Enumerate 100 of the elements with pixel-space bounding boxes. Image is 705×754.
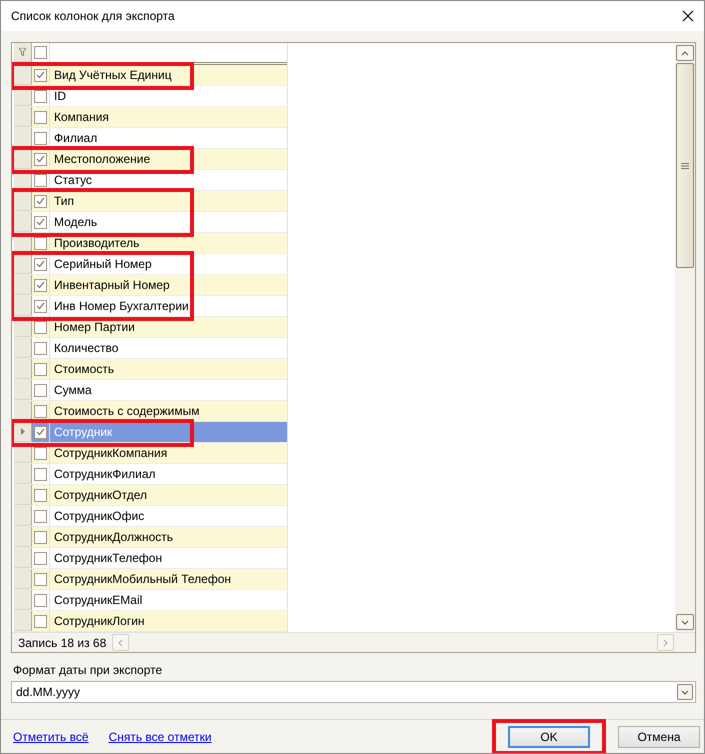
column-name: СотрудникОфис	[53, 508, 144, 525]
checkbox[interactable]	[34, 552, 47, 564]
list-row[interactable]: Тип	[14, 191, 287, 212]
checkbox[interactable]	[34, 174, 47, 186]
checkbox[interactable]	[34, 510, 47, 522]
list-row[interactable]: Стоимость с содержимым	[14, 401, 287, 422]
list-row[interactable]: СотрудникМобильный Телефон	[14, 569, 287, 590]
checkbox[interactable]	[34, 362, 47, 376]
list-row[interactable]: Стоимость	[14, 359, 287, 380]
checkbox[interactable]	[34, 320, 47, 334]
list-row[interactable]: Количество	[14, 338, 287, 359]
list-row[interactable]: Компания	[14, 107, 287, 128]
list-row[interactable]: СотрудникФилиал	[14, 464, 287, 485]
date-format-dropdown[interactable]: dd.MM.yyyy	[11, 681, 696, 703]
record-counter: Запись 18 из 68	[17, 636, 108, 650]
list-row[interactable]: СотрудникДолжность	[14, 527, 287, 548]
checkmark-icon	[36, 155, 45, 163]
column-name: Статус	[53, 172, 92, 189]
select-all-checkbox[interactable]	[34, 46, 47, 59]
list-row[interactable]: Инв Номер Бухгалтерии	[14, 296, 287, 317]
column-name: Модель	[53, 214, 98, 231]
checkmark-icon	[36, 281, 45, 289]
chevron-down-icon	[681, 690, 689, 694]
chevron-left-icon	[118, 638, 123, 646]
column-name: Номер Партии	[53, 319, 135, 336]
column-name: Местоположение	[53, 151, 150, 168]
list-row[interactable]: Вид Учётных Единиц	[14, 65, 287, 86]
column-name: СотрудникМобильный Телефон	[53, 571, 231, 588]
link[interactable]: Снять все отметки	[108, 730, 212, 744]
checkbox[interactable]	[34, 194, 47, 208]
dropdown-button[interactable]	[677, 684, 693, 700]
scroll-left-button[interactable]	[112, 634, 129, 651]
checkbox[interactable]	[34, 594, 47, 606]
checkbox[interactable]	[34, 404, 47, 418]
checkbox[interactable]	[34, 110, 47, 124]
filter-icon[interactable]	[19, 48, 26, 56]
column-name: Сумма	[53, 382, 92, 399]
checkbox[interactable]	[34, 216, 47, 228]
checkbox[interactable]	[34, 258, 47, 270]
column-name: СотрудникОтдел	[53, 487, 148, 504]
column-name: СотрудникЛогин	[53, 613, 145, 630]
checkbox[interactable]	[34, 614, 47, 628]
list-row[interactable]: Модель	[14, 212, 287, 233]
close-icon	[682, 10, 694, 22]
vertical-scrollbar[interactable]	[675, 43, 695, 632]
checkmark-icon	[36, 302, 45, 310]
checkbox[interactable]	[34, 384, 47, 396]
checkbox[interactable]	[34, 90, 47, 102]
row-pointer-icon	[20, 428, 24, 435]
checkmark-icon	[36, 71, 45, 79]
list-row[interactable]: Местоположение	[14, 149, 287, 170]
checkbox[interactable]	[34, 342, 47, 354]
column-name: Вид Учётных Единиц	[53, 67, 172, 84]
checkbox[interactable]	[34, 446, 47, 460]
scroll-up-button[interactable]	[676, 45, 694, 61]
field-label: Формат даты при экспорте	[13, 663, 164, 677]
list-row[interactable]: СотрудникТелефон	[14, 548, 287, 569]
list-row[interactable]: СотрудникОтдел	[14, 485, 287, 506]
link[interactable]: Отметить всё	[13, 730, 89, 744]
list-row[interactable]: СотрудникЛогин	[14, 611, 287, 632]
chevron-up-icon	[681, 50, 689, 56]
dialog-button[interactable]: Отмена	[618, 726, 700, 748]
column-name: СотрудникТелефон	[53, 550, 162, 567]
checkbox[interactable]	[34, 488, 47, 502]
column-name: Сотрудник	[53, 424, 112, 441]
checkbox[interactable]	[34, 68, 47, 82]
checkbox[interactable]	[34, 300, 47, 312]
checkbox[interactable]	[34, 132, 47, 144]
checkbox[interactable]	[34, 530, 47, 544]
list-row[interactable]: Филиал	[14, 128, 287, 149]
column-name: Тип	[53, 193, 74, 210]
chevron-down-icon	[681, 620, 689, 624]
dialog-button[interactable]: OK	[508, 726, 590, 748]
checkbox[interactable]	[34, 468, 47, 480]
column-name: Производитель	[53, 235, 140, 252]
checkbox[interactable]	[34, 278, 47, 292]
checkmark-icon	[36, 197, 45, 205]
column-name: Инвентарный Номер	[53, 277, 170, 294]
chevron-right-icon	[663, 638, 668, 646]
checkbox[interactable]	[34, 426, 47, 438]
list-row[interactable]: Инвентарный Номер	[14, 275, 287, 296]
checkbox[interactable]	[34, 236, 47, 250]
column-name: ID	[53, 88, 66, 105]
scroll-down-button[interactable]	[676, 614, 694, 630]
list-row[interactable]: СотрудникОфис	[14, 506, 287, 527]
column-name: Стоимость с содержимым	[53, 403, 200, 420]
column-name: СотрудникEMail	[53, 592, 142, 609]
grip-icon	[681, 162, 689, 168]
list-row[interactable]: Серийный Номер	[14, 254, 287, 275]
list-row[interactable]: Сумма	[14, 380, 287, 401]
close-button[interactable]	[680, 8, 696, 24]
checkmark-icon	[36, 260, 45, 268]
list-row[interactable]: СотрудникEMail	[14, 590, 287, 611]
checkbox[interactable]	[34, 152, 47, 166]
column-name: Компания	[53, 109, 109, 126]
column-name: Инв Номер Бухгалтерии	[53, 298, 189, 315]
column-name: Количество	[53, 340, 118, 357]
scroll-thumb[interactable]	[676, 63, 694, 268]
checkbox[interactable]	[34, 572, 47, 586]
window-title: Список колонок для экспорта	[11, 9, 175, 23]
